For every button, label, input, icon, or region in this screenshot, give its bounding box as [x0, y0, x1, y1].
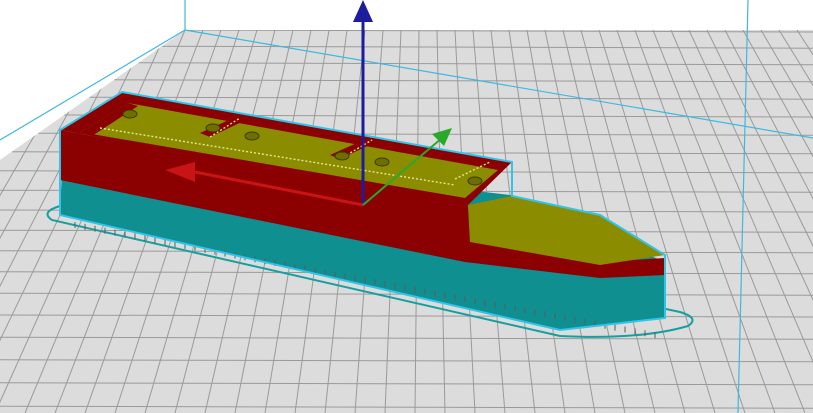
scene-canvas[interactable] [0, 0, 813, 413]
3d-viewport[interactable] [0, 0, 813, 413]
